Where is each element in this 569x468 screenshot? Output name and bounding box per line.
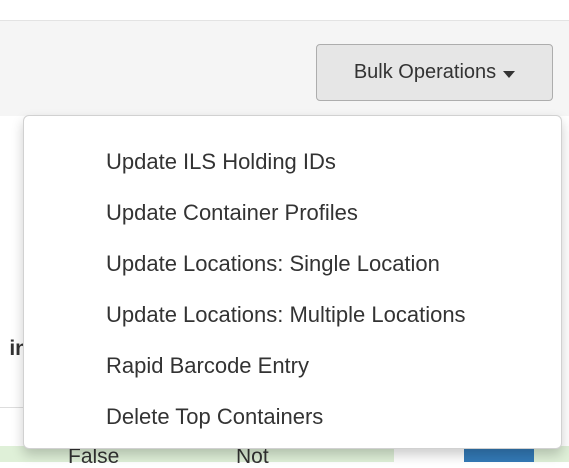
menu-item-rapid-barcode-entry[interactable]: Rapid Barcode Entry	[64, 340, 561, 391]
menu-item-update-container-profiles[interactable]: Update Container Profiles	[64, 187, 561, 238]
table-cell-not: Not	[236, 445, 269, 468]
bulk-operations-menu: Update ILS Holding IDs Update Container …	[23, 115, 562, 449]
bulk-operations-label: Bulk Operations	[353, 61, 497, 83]
caret-down-icon	[503, 70, 516, 78]
menu-item-delete-top-containers[interactable]: Delete Top Containers	[64, 391, 561, 442]
menu-item-update-locations-single[interactable]: Update Locations: Single Location	[64, 238, 561, 289]
menu-item-update-ils-holding-ids[interactable]: Update ILS Holding IDs	[64, 136, 561, 187]
table-cell-false: False	[68, 445, 120, 468]
toolbar: Bulk Operations	[0, 20, 569, 116]
top-strip	[0, 0, 569, 20]
menu-item-update-locations-multiple[interactable]: Update Locations: Multiple Locations	[64, 289, 561, 340]
bulk-operations-button[interactable]: Bulk Operations	[316, 44, 553, 101]
